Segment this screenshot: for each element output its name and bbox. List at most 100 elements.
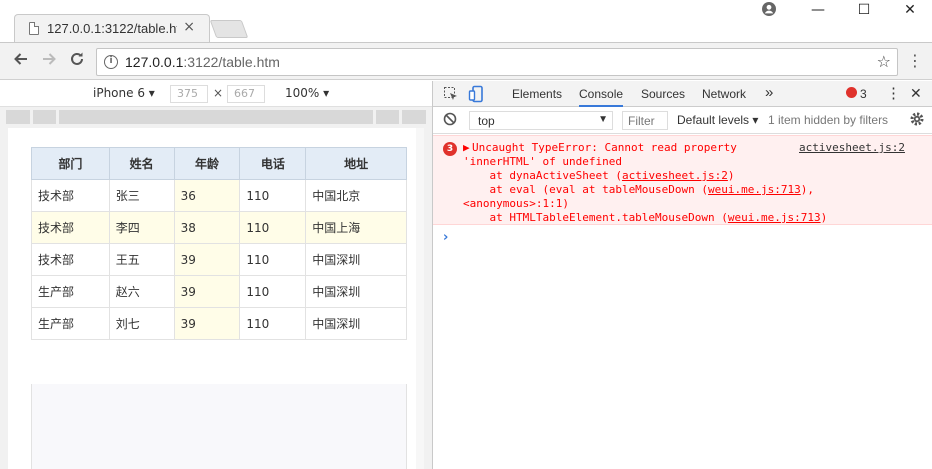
table-header-row: 部门 姓名 年龄 电话 地址 bbox=[31, 147, 407, 180]
cell-address[interactable]: 中国深圳 bbox=[305, 275, 407, 308]
table-row[interactable]: 技术部 张三 36 110 中国北京 bbox=[31, 179, 407, 212]
forward-arrow-icon[interactable] bbox=[38, 51, 60, 73]
page-canvas: 部门 姓名 年龄 电话 地址 技术部 张三 36 110 中国北京 技术部 李四 bbox=[8, 128, 424, 469]
back-arrow-icon[interactable] bbox=[10, 51, 32, 73]
device-viewport: 部门 姓名 年龄 电话 地址 技术部 张三 36 110 中国北京 技术部 李四 bbox=[0, 107, 432, 469]
device-toolbar: iPhone 6 ▾ 375 × 667 100% ▾ bbox=[0, 81, 432, 107]
device-toggle-icon[interactable] bbox=[468, 85, 486, 106]
cell-name[interactable]: 张三 bbox=[108, 179, 175, 212]
expand-triangle-icon[interactable]: ▶ bbox=[463, 141, 470, 155]
browser-tab[interactable]: 127.0.0.1:3122/table.ht × bbox=[14, 14, 210, 42]
stack-link[interactable]: weui.me.js:713 bbox=[708, 183, 801, 196]
console-filter-input[interactable]: Filter bbox=[622, 111, 668, 130]
tab-title: 127.0.0.1:3122/table.ht bbox=[47, 21, 177, 36]
cell-phone[interactable]: 110 bbox=[239, 243, 307, 276]
info-icon[interactable]: i bbox=[104, 55, 118, 69]
devtools-close-icon[interactable]: ✕ bbox=[910, 85, 922, 102]
console-toolbar: top ▼ Filter Default levels ▾ 1 item hidd… bbox=[433, 107, 932, 134]
table-row[interactable]: 生产部 刘七 39 110 中国深圳 bbox=[31, 307, 407, 340]
minimize-button[interactable]: — bbox=[803, 2, 833, 22]
table-row[interactable]: 技术部 李四 38 110 中国上海 bbox=[31, 211, 407, 244]
error-source-link[interactable]: activesheet.js:2 bbox=[799, 141, 905, 155]
profile-icon[interactable] bbox=[754, 2, 784, 22]
console-settings-gear-icon[interactable] bbox=[909, 111, 925, 130]
console-error-message[interactable]: 3 ▶ Uncaught TypeError: Cannot read prop… bbox=[433, 135, 932, 225]
cell-age[interactable]: 39 bbox=[173, 307, 241, 340]
reload-icon[interactable] bbox=[66, 51, 88, 73]
column-header-phone[interactable]: 电话 bbox=[239, 147, 307, 180]
error-line-2: 'innerHTML' of undefined bbox=[463, 155, 622, 168]
column-header-address[interactable]: 地址 bbox=[305, 147, 407, 180]
context-select[interactable]: top ▼ bbox=[469, 111, 613, 130]
bookmark-star-icon[interactable]: ☆ bbox=[877, 52, 891, 71]
viewport-width-field[interactable]: 375 bbox=[170, 85, 208, 103]
cell-phone[interactable]: 110 bbox=[239, 307, 307, 340]
cell-age[interactable]: 36 bbox=[173, 179, 241, 212]
new-tab-button[interactable] bbox=[209, 20, 249, 38]
media-query-bar[interactable] bbox=[6, 110, 427, 124]
stack-line-2: at eval (eval at tableMouseDown (weui.me… bbox=[463, 183, 815, 196]
cell-dept[interactable]: 生产部 bbox=[31, 275, 110, 308]
browser-menu-icon[interactable]: ⋮ bbox=[907, 52, 923, 70]
devtools-panel: Elements Console Sources Network » 3 ⋮ ✕… bbox=[432, 81, 932, 469]
column-header-dept[interactable]: 部门 bbox=[31, 147, 110, 180]
cell-age[interactable]: 39 bbox=[173, 243, 241, 276]
error-count-badge: 3 bbox=[443, 142, 457, 156]
cell-name[interactable]: 赵六 bbox=[108, 275, 175, 308]
data-table[interactable]: 部门 姓名 年龄 电话 地址 技术部 张三 36 110 中国北京 技术部 李四 bbox=[31, 147, 407, 340]
table-empty-area bbox=[31, 384, 407, 469]
cell-phone[interactable]: 110 bbox=[239, 275, 307, 308]
log-levels-select[interactable]: Default levels ▾ bbox=[677, 113, 758, 127]
tab-console[interactable]: Console bbox=[579, 87, 624, 107]
viewport-scrollbar[interactable] bbox=[416, 128, 424, 469]
cell-dept[interactable]: 技术部 bbox=[31, 243, 110, 276]
cell-address[interactable]: 中国北京 bbox=[305, 179, 407, 212]
window-close-button[interactable]: ✕ bbox=[895, 2, 925, 22]
table-row[interactable]: 技术部 王五 39 110 中国深圳 bbox=[31, 243, 407, 276]
column-header-name[interactable]: 姓名 bbox=[108, 147, 175, 180]
devtools-tabbar: Elements Console Sources Network » 3 ⋮ ✕ bbox=[433, 81, 932, 107]
url-text: 127.0.0.1:3122/table.htm bbox=[125, 54, 280, 70]
cell-name[interactable]: 刘七 bbox=[108, 307, 175, 340]
more-tabs-button[interactable]: » bbox=[765, 84, 773, 101]
zoom-select[interactable]: 100% ▾ bbox=[285, 86, 329, 100]
tab-close-icon[interactable]: × bbox=[183, 19, 195, 35]
device-select[interactable]: iPhone 6 ▾ bbox=[93, 86, 155, 100]
tab-strip: 127.0.0.1:3122/table.ht × — ☐ ✕ bbox=[0, 0, 932, 42]
tab-network[interactable]: Network bbox=[702, 87, 746, 101]
cell-age[interactable]: 39 bbox=[173, 275, 241, 308]
cell-address[interactable]: 中国深圳 bbox=[305, 243, 407, 276]
cell-name[interactable]: 王五 bbox=[108, 243, 175, 276]
cell-dept[interactable]: 生产部 bbox=[31, 307, 110, 340]
clear-console-icon[interactable] bbox=[443, 112, 457, 129]
console-prompt[interactable]: › bbox=[443, 230, 448, 245]
browser-toolbar: i 127.0.0.1:3122/table.htm ☆ ⋮ bbox=[0, 42, 932, 80]
stack-link[interactable]: activesheet.js:2 bbox=[622, 169, 728, 182]
inspect-element-icon[interactable] bbox=[443, 86, 459, 105]
tab-elements[interactable]: Elements bbox=[512, 87, 562, 101]
hidden-items-note: 1 item hidden by filters bbox=[768, 113, 889, 127]
viewport-height-field[interactable]: 667 bbox=[227, 85, 265, 103]
address-bar[interactable]: i 127.0.0.1:3122/table.htm ☆ bbox=[96, 48, 898, 76]
cell-age[interactable]: 38 bbox=[173, 211, 241, 244]
stack-line-1: at dynaActiveSheet (activesheet.js:2) bbox=[463, 169, 735, 182]
error-counter[interactable]: 3 bbox=[860, 87, 867, 101]
dimension-separator: × bbox=[213, 86, 224, 100]
column-header-age[interactable]: 年龄 bbox=[173, 147, 241, 180]
table-row[interactable]: 生产部 赵六 39 110 中国深圳 bbox=[31, 275, 407, 308]
cell-address[interactable]: 中国上海 bbox=[305, 211, 407, 244]
cell-dept[interactable]: 技术部 bbox=[31, 211, 110, 244]
stack-link[interactable]: weui.me.js:713 bbox=[728, 211, 821, 224]
maximize-button[interactable]: ☐ bbox=[849, 2, 879, 22]
devtools-menu-icon[interactable]: ⋮ bbox=[886, 84, 901, 102]
cell-name[interactable]: 李四 bbox=[108, 211, 175, 244]
stack-line-3: <anonymous>:1:1) bbox=[463, 197, 569, 210]
tab-sources[interactable]: Sources bbox=[641, 87, 685, 101]
cell-address[interactable]: 中国深圳 bbox=[305, 307, 407, 340]
page-icon bbox=[29, 22, 39, 35]
cell-phone[interactable]: 110 bbox=[239, 179, 307, 212]
error-icon bbox=[846, 87, 857, 98]
cell-dept[interactable]: 技术部 bbox=[31, 179, 110, 212]
error-line-1: Uncaught TypeError: Cannot read property bbox=[472, 141, 737, 154]
cell-phone[interactable]: 110 bbox=[239, 211, 307, 244]
